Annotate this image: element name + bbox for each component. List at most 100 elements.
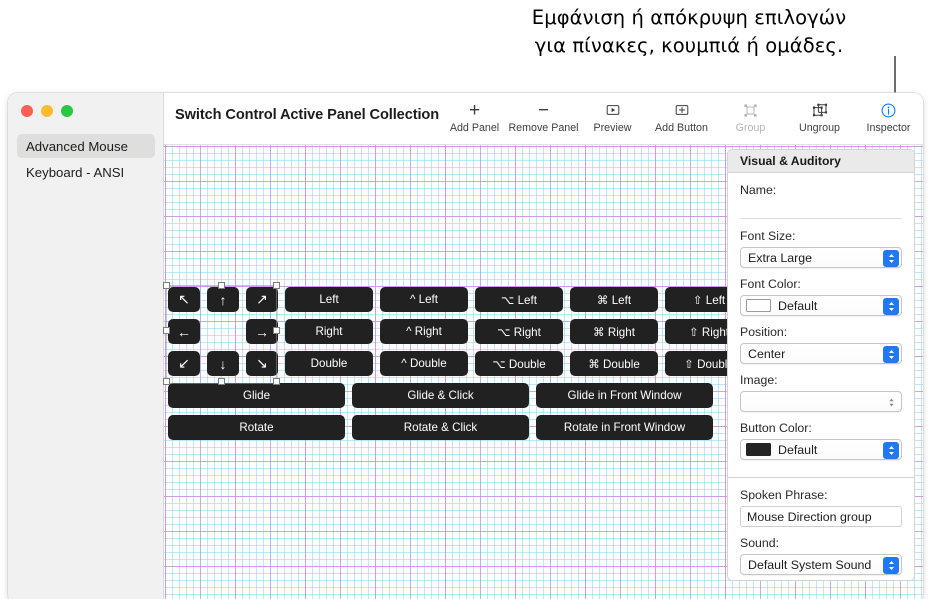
panel-button-option-right[interactable]: ⌥ Right <box>475 319 563 344</box>
panel-button-cmd-right[interactable]: ⌘ Right <box>570 319 658 344</box>
sidebar-item-label: Keyboard - ANSI <box>26 164 125 180</box>
chevron-updown-icon <box>883 394 899 411</box>
position-select[interactable]: Center <box>740 343 902 364</box>
name-input[interactable] <box>740 201 902 219</box>
toolbar-remove-panel-button[interactable]: − Remove Panel <box>508 93 579 145</box>
resize-handle-top-right[interactable] <box>273 282 280 289</box>
toolbar-group-button[interactable]: Group <box>716 93 785 145</box>
panel-button-rotate[interactable]: Rotate <box>168 415 345 440</box>
resize-handle-middle-right[interactable] <box>273 327 280 334</box>
sidebar-item-label: Advanced Mouse <box>26 138 128 154</box>
resize-handle-middle-left[interactable] <box>163 327 170 334</box>
callout-line-2: για πίνακες, κουμπιά ή ομάδες. <box>534 34 844 57</box>
panel-button-glide-click[interactable]: Glide & Click <box>352 383 529 408</box>
sound-select[interactable]: Default System Sound <box>740 554 902 575</box>
window-controls <box>21 105 73 117</box>
resize-handle-bottom-right[interactable] <box>273 378 280 385</box>
toolbar-ungroup-button[interactable]: Ungroup <box>785 93 854 145</box>
button-color-select[interactable]: Default <box>740 439 902 460</box>
position-label: Position: <box>740 325 788 339</box>
toolbar-preview-button[interactable]: Preview <box>578 93 647 145</box>
panel-button-glide[interactable]: Glide <box>168 383 345 408</box>
close-button[interactable] <box>21 105 33 117</box>
sidebar-item-advanced-mouse[interactable]: Advanced Mouse <box>17 134 155 158</box>
chevron-updown-icon <box>883 298 899 315</box>
chevron-updown-icon <box>883 346 899 363</box>
inspector-auditory-section: Spoken Phrase: Mouse Direction group Sou… <box>728 477 914 580</box>
sidebar: Advanced Mouse Keyboard - ANSI <box>8 93 164 599</box>
maximize-button[interactable] <box>61 105 73 117</box>
minimize-button[interactable] <box>41 105 53 117</box>
resize-handle-bottom-center[interactable] <box>218 378 225 385</box>
spoken-phrase-input[interactable]: Mouse Direction group <box>740 506 902 527</box>
panel-button-double[interactable]: Double <box>285 351 373 376</box>
callout-line-1: Εμφάνιση ή απόκρυψη επιλογών <box>531 6 847 29</box>
panel-list: Advanced Mouse Keyboard - ANSI <box>8 134 164 186</box>
inspector-panel: Visual & Auditory Name: Font Size: Extra… <box>727 149 915 581</box>
resize-handle-top-center[interactable] <box>218 282 225 289</box>
panel-button-left[interactable]: Left <box>285 287 373 312</box>
resize-handle-top-left[interactable] <box>163 282 170 289</box>
toolbar-item-label: Add Panel <box>449 122 500 134</box>
sound-label: Sound: <box>740 536 779 550</box>
panel-button-ctrl-right[interactable]: ^ Right <box>380 319 468 344</box>
panel-button-rotate-front-window[interactable]: Rotate in Front Window <box>536 415 713 440</box>
font-color-swatch <box>746 299 771 312</box>
page-title: Switch Control Active Panel Collection <box>175 107 440 123</box>
ungroup-icon <box>812 100 828 120</box>
panel-button-right[interactable]: Right <box>285 319 373 344</box>
plus-icon: + <box>468 99 481 121</box>
toolbar-item-label: Remove Panel <box>508 122 579 134</box>
button-color-label: Button Color: <box>740 421 812 435</box>
panel-button-rotate-click[interactable]: Rotate & Click <box>352 415 529 440</box>
font-color-value: Default <box>778 298 818 313</box>
chevron-updown-icon <box>883 442 899 459</box>
panel-button-ctrl-left[interactable]: ^ Left <box>380 287 468 312</box>
inspector-visual-section: Name: Font Size: Extra Large Font Color:… <box>728 173 914 477</box>
panel-button-ctrl-double[interactable]: ^ Double <box>380 351 468 376</box>
image-label: Image: <box>740 373 778 387</box>
font-size-value: Extra Large <box>748 250 813 265</box>
toolbar-inspector-button[interactable]: Inspector <box>854 93 923 145</box>
position-value: Center <box>748 346 786 361</box>
panel-button-glide-front-window[interactable]: Glide in Front Window <box>536 383 713 408</box>
sidebar-item-keyboard-ansi[interactable]: Keyboard - ANSI <box>17 160 155 184</box>
group-icon <box>743 100 758 120</box>
app-window: Advanced Mouse Keyboard - ANSI Switch Co… <box>8 93 923 599</box>
panel-button-cmd-double[interactable]: ⌘ Double <box>570 351 658 376</box>
image-select[interactable] <box>740 391 902 412</box>
sound-value: Default System Sound <box>748 557 872 572</box>
panel-button-option-double[interactable]: ⌥ Double <box>475 351 563 376</box>
button-color-swatch <box>746 443 771 456</box>
toolbar-add-button-button[interactable]: Add Button <box>647 93 716 145</box>
font-size-select[interactable]: Extra Large <box>740 247 902 268</box>
panel-button-grid: ↖ ↑ ↗ Left ^ Left ⌥ Left ⌘ Left ⇧ Left ←… <box>163 282 760 447</box>
toolbar-item-label: Preview <box>593 122 632 134</box>
inspector-header: Visual & Auditory <box>728 150 914 173</box>
minus-icon: − <box>537 99 550 121</box>
chevron-updown-icon <box>883 557 899 574</box>
toolbar-item-label: Add Button <box>655 122 708 134</box>
toolbar-add-panel-button[interactable]: + Add Panel <box>440 93 509 145</box>
font-color-select[interactable]: Default <box>740 295 902 316</box>
toolbar-item-label: Ungroup <box>799 122 840 134</box>
font-color-label: Font Color: <box>740 277 801 291</box>
toolbar-items: + Add Panel − Remove Panel Preview Add B… <box>440 93 923 145</box>
name-label: Name: <box>740 183 777 197</box>
panel-button-cmd-left[interactable]: ⌘ Left <box>570 287 658 312</box>
selection-outline <box>166 285 277 384</box>
plus-box-icon <box>675 100 689 120</box>
info-circle-icon <box>881 100 896 120</box>
screenshot-root: Εμφάνιση ή απόκρυψη επιλογών για πίνακες… <box>0 0 931 599</box>
play-box-icon <box>606 100 620 120</box>
callout-text: Εμφάνιση ή απόκρυψη επιλογών για πίνακες… <box>455 4 923 60</box>
button-color-value: Default <box>778 442 818 457</box>
chevron-updown-icon <box>883 250 899 267</box>
toolbar: Switch Control Active Panel Collection +… <box>164 93 923 145</box>
font-size-label: Font Size: <box>740 229 796 243</box>
spoken-phrase-label: Spoken Phrase: <box>740 488 828 502</box>
panel-button-option-left[interactable]: ⌥ Left <box>475 287 563 312</box>
toolbar-item-label: Inspector <box>866 122 911 134</box>
resize-handle-bottom-left[interactable] <box>163 378 170 385</box>
button-row: Rotate Rotate & Click Rotate in Front Wi… <box>168 415 760 440</box>
